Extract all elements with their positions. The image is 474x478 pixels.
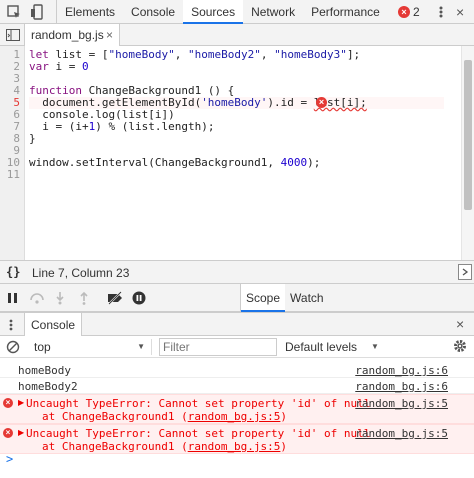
pause-on-exceptions-icon[interactable] [132,291,146,308]
console-error-message: × ▶ Uncaught TypeError: Cannot set prope… [0,424,474,454]
tab-console[interactable]: Console [123,0,183,24]
deactivate-breakpoints-icon[interactable] [106,291,124,308]
code-line[interactable]: i = (i+1) % (list.length); [29,121,214,133]
code-line[interactable]: } [29,133,36,145]
error-text: Uncaught TypeError: Cannot set property … [26,427,371,440]
tab-network[interactable]: Network [243,0,303,24]
tab-performance[interactable]: Performance [303,0,388,24]
console-prompt[interactable]: > [6,452,13,466]
chevron-down-icon: ▼ [371,342,379,351]
message-text: homeBody [18,364,71,377]
message-text: homeBody2 [18,380,78,393]
editor-scrollbar[interactable] [461,46,474,260]
expand-triangle-icon[interactable]: ▶ [18,398,24,407]
more-options-icon[interactable] [436,4,446,20]
debugger-toolbar: Scope Watch [0,284,474,312]
code-line[interactable]: var i = 0 [29,61,89,73]
log-levels-select[interactable]: Default levels ▼ [285,339,395,355]
sidebar-tabs: Scope Watch [240,284,329,312]
close-drawer-icon[interactable]: × [456,316,464,332]
error-text: Uncaught TypeError: Cannot set property … [26,397,371,410]
stack-trace: at ChangeBackground1 (random_bg.js:5) [42,440,288,453]
step-into-icon[interactable] [54,291,66,308]
tab-sources[interactable]: Sources [183,0,244,24]
context-select[interactable]: top ▼ [30,339,152,355]
error-count-badge[interactable]: × 2 [398,4,420,20]
console-message: homeBody random_bg.js:6 [0,362,474,378]
toggle-navigator-icon[interactable] [5,27,21,46]
editor-tab-bar: random_bg.js × [0,24,474,46]
pause-icon[interactable] [6,291,20,308]
line-number[interactable]: 11 [7,169,20,181]
log-levels-value: Default levels [285,340,358,354]
context-value: top [34,340,51,354]
step-out-icon[interactable] [78,291,90,308]
cursor-position: Line 7, Column 23 [32,266,130,280]
chevron-down-icon: ▼ [137,342,145,351]
message-source-link[interactable]: random_bg.js:5 [355,427,448,440]
close-file-icon[interactable]: × [106,24,113,46]
editor-status-bar: {} Line 7, Column 23 [0,260,474,284]
stack-trace: at ChangeBackground1 (random_bg.js:5) [42,410,288,423]
console-message: homeBody2 random_bg.js:6 [0,378,474,394]
close-devtools-icon[interactable]: × [456,4,468,20]
error-icon: × [3,398,13,408]
error-count: 2 [413,5,420,19]
inspect-element-icon[interactable] [6,4,22,20]
gear-icon[interactable] [453,339,467,356]
console-error-message: × ▶ Uncaught TypeError: Cannot set prope… [0,394,474,424]
tab-watch[interactable]: Watch [285,284,329,312]
stack-link[interactable]: random_bg.js:5 [188,440,281,453]
file-tab-random-bg[interactable]: random_bg.js × [24,24,120,46]
toggle-debugger-icon[interactable] [458,264,472,280]
tab-elements[interactable]: Elements [57,0,123,24]
message-source-link[interactable]: random_bg.js:6 [355,364,448,377]
expand-triangle-icon[interactable]: ▶ [18,428,24,437]
tab-scope[interactable]: Scope [241,284,286,312]
device-toolbar-icon[interactable] [30,4,46,20]
filter-input[interactable] [159,338,277,356]
drawer-tab-console[interactable]: Console [24,313,83,337]
drawer-header: Console × [0,312,474,337]
inline-error-icon[interactable]: × [316,97,327,108]
code-editor[interactable]: 1 2 3 4 5 6 7 8 9 10 11 let list = ["homeBody", "h… [0,46,474,260]
message-source-link[interactable]: random_bg.js:5 [355,397,448,410]
scrollbar-thumb[interactable] [464,60,472,210]
stack-link[interactable]: random_bg.js:5 [188,410,281,423]
step-over-icon[interactable] [28,291,46,308]
pretty-print-icon[interactable]: {} [6,265,20,279]
drawer-menu-icon[interactable] [8,317,14,336]
error-icon: × [398,6,410,18]
console-toolbar: top ▼ Default levels ▼ [0,336,474,358]
line-number-gutter[interactable]: 1 2 3 4 5 6 7 8 9 10 11 [0,46,25,260]
panel-tabs: Elements Console Sources Network Perform… [56,0,388,24]
file-tab-label: random_bg.js [31,28,104,42]
error-icon: × [3,428,13,438]
clear-console-icon[interactable] [6,340,20,357]
devtools-toolbar: Elements Console Sources Network Perform… [0,0,474,24]
console-messages: homeBody random_bg.js:6 homeBody2 random… [0,358,474,454]
code-line[interactable]: window.setInterval(ChangeBackground1, 40… [29,157,320,169]
message-source-link[interactable]: random_bg.js:6 [355,380,448,393]
